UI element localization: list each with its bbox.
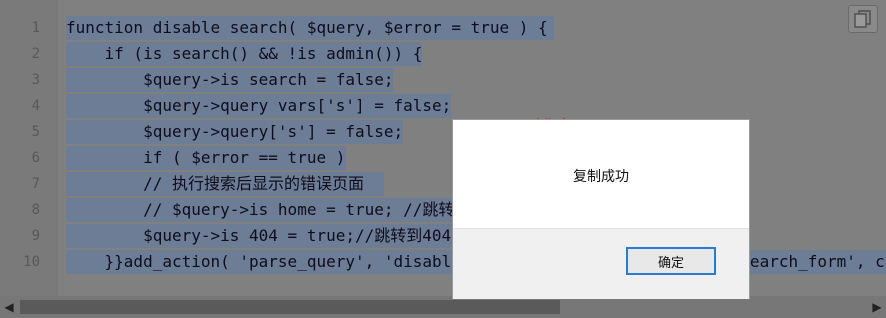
- line-number: 3: [31, 72, 40, 88]
- line-number-gutter: 1 2 3 4 5 6 7 8 9 10: [0, 0, 58, 296]
- line-number: 10: [23, 254, 40, 270]
- code-line[interactable]: $query->query vars['s'] = false;: [66, 94, 451, 118]
- code-line[interactable]: function disable search( $query, $error …: [66, 16, 554, 40]
- line-number: 6: [31, 150, 40, 166]
- copy-icon: [854, 10, 871, 28]
- line-number: 2: [31, 46, 40, 62]
- dialog-message: 复制成功: [573, 169, 629, 185]
- scroll-right-icon[interactable]: ▶: [868, 296, 886, 318]
- line-number: 7: [31, 176, 40, 192]
- copy-code-button[interactable]: [848, 5, 878, 33]
- line-number: 4: [31, 98, 40, 114]
- copy-success-dialog: 复制成功 确定: [452, 119, 750, 299]
- code-line[interactable]: if ( $error == true ): [66, 146, 346, 170]
- line-number: 8: [31, 202, 40, 218]
- scrollbar-thumb[interactable]: [20, 300, 560, 314]
- code-editor: 1 2 3 4 5 6 7 8 9 10 function disable se…: [0, 0, 886, 296]
- dialog-footer: 确定: [453, 228, 749, 299]
- code-line[interactable]: $query->is 404 = true;//跳转到404: [66, 224, 452, 248]
- code-line[interactable]: // 执行搜索后显示的错误页面: [66, 172, 384, 196]
- code-line[interactable]: $query->is search = false;: [66, 68, 394, 92]
- scroll-left-icon[interactable]: ◀: [0, 296, 18, 318]
- line-number: 5: [31, 124, 40, 140]
- line-number: 1: [31, 20, 40, 36]
- line-number: 9: [31, 228, 40, 244]
- ok-button[interactable]: 确定: [626, 247, 716, 275]
- code-line[interactable]: $query->query['s'] = false;: [66, 120, 403, 144]
- horizontal-scrollbar[interactable]: ◀ ▶: [0, 296, 886, 318]
- code-line[interactable]: // $query->is home = true; //跳转到: [66, 198, 470, 222]
- code-line[interactable]: if (is search() && !is admin()) {: [66, 42, 422, 66]
